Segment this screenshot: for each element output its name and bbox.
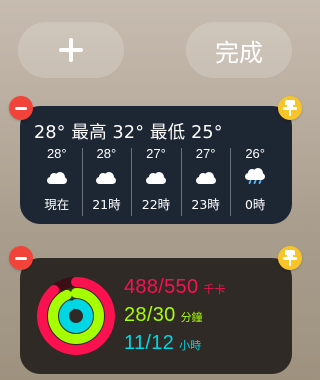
cloud-icon — [46, 171, 67, 184]
weather-summary: 28° 最高 32° 最低 25° — [34, 123, 223, 143]
move-unit: 千卡 — [203, 283, 226, 296]
hour-label: 23時 — [191, 197, 220, 212]
minus-icon — [15, 256, 27, 260]
hour-temperature: 26° — [245, 146, 265, 161]
hour-label: 22時 — [141, 197, 171, 212]
exercise-unit: 分鐘 — [180, 311, 203, 324]
add-widget-button[interactable] — [18, 22, 124, 78]
remove-activity-widget-button[interactable] — [9, 246, 33, 270]
stand-stat: 11/12 小時 — [124, 332, 225, 360]
exercise-value: 28/30 — [124, 304, 176, 326]
move-stat: 488/550 千卡 — [124, 276, 225, 304]
remove-weather-widget-button[interactable] — [9, 96, 33, 120]
minus-icon — [15, 106, 27, 110]
cloud-icon — [96, 171, 117, 184]
activity-stats: 488/550 千卡 28/30 分鐘 11/12 小時 — [124, 276, 225, 360]
hour-temperature: 28° — [46, 146, 67, 161]
hourly-forecast: 28° 現在 28° 21時 27° 22時 27° 23時 26° 0時 — [32, 144, 280, 216]
hour-temperature: 28° — [96, 146, 117, 161]
stand-value: 11/12 — [124, 332, 175, 354]
hour-temperature: 27° — [146, 146, 166, 161]
activity-widget[interactable]: 488/550 千卡 28/30 分鐘 11/12 小時 — [20, 258, 292, 374]
pin-icon — [283, 100, 297, 116]
done-button[interactable]: 完成 — [186, 22, 292, 78]
plus-icon — [59, 38, 83, 62]
cloud-icon — [195, 171, 216, 184]
exercise-stat: 28/30 分鐘 — [124, 304, 225, 332]
forecast-hour: 27° 23時 — [180, 144, 231, 216]
forecast-hour: 26° 0時 — [230, 144, 280, 216]
weather-widget[interactable]: 28° 最高 32° 最低 25° 28° 現在 28° 21時 27° 22時… — [20, 106, 292, 224]
hour-temperature: 27° — [195, 146, 216, 161]
pin-activity-widget-button[interactable] — [278, 246, 302, 270]
hour-label: 現在 — [44, 197, 70, 212]
cloud-icon — [145, 171, 166, 184]
forecast-hour: 28° 現在 — [32, 144, 82, 216]
pin-icon — [283, 250, 297, 266]
hour-label: 21時 — [92, 197, 121, 212]
stand-unit: 小時 — [179, 339, 202, 352]
forecast-hour: 28° 21時 — [81, 144, 132, 216]
activity-rings — [37, 277, 115, 355]
stand-ring — [59, 299, 93, 333]
pin-weather-widget-button[interactable] — [278, 96, 302, 120]
cloud-rain-icon — [245, 167, 266, 184]
hour-label: 0時 — [244, 197, 266, 212]
forecast-hour: 27° 22時 — [131, 144, 181, 216]
move-value: 488/550 — [124, 276, 199, 298]
